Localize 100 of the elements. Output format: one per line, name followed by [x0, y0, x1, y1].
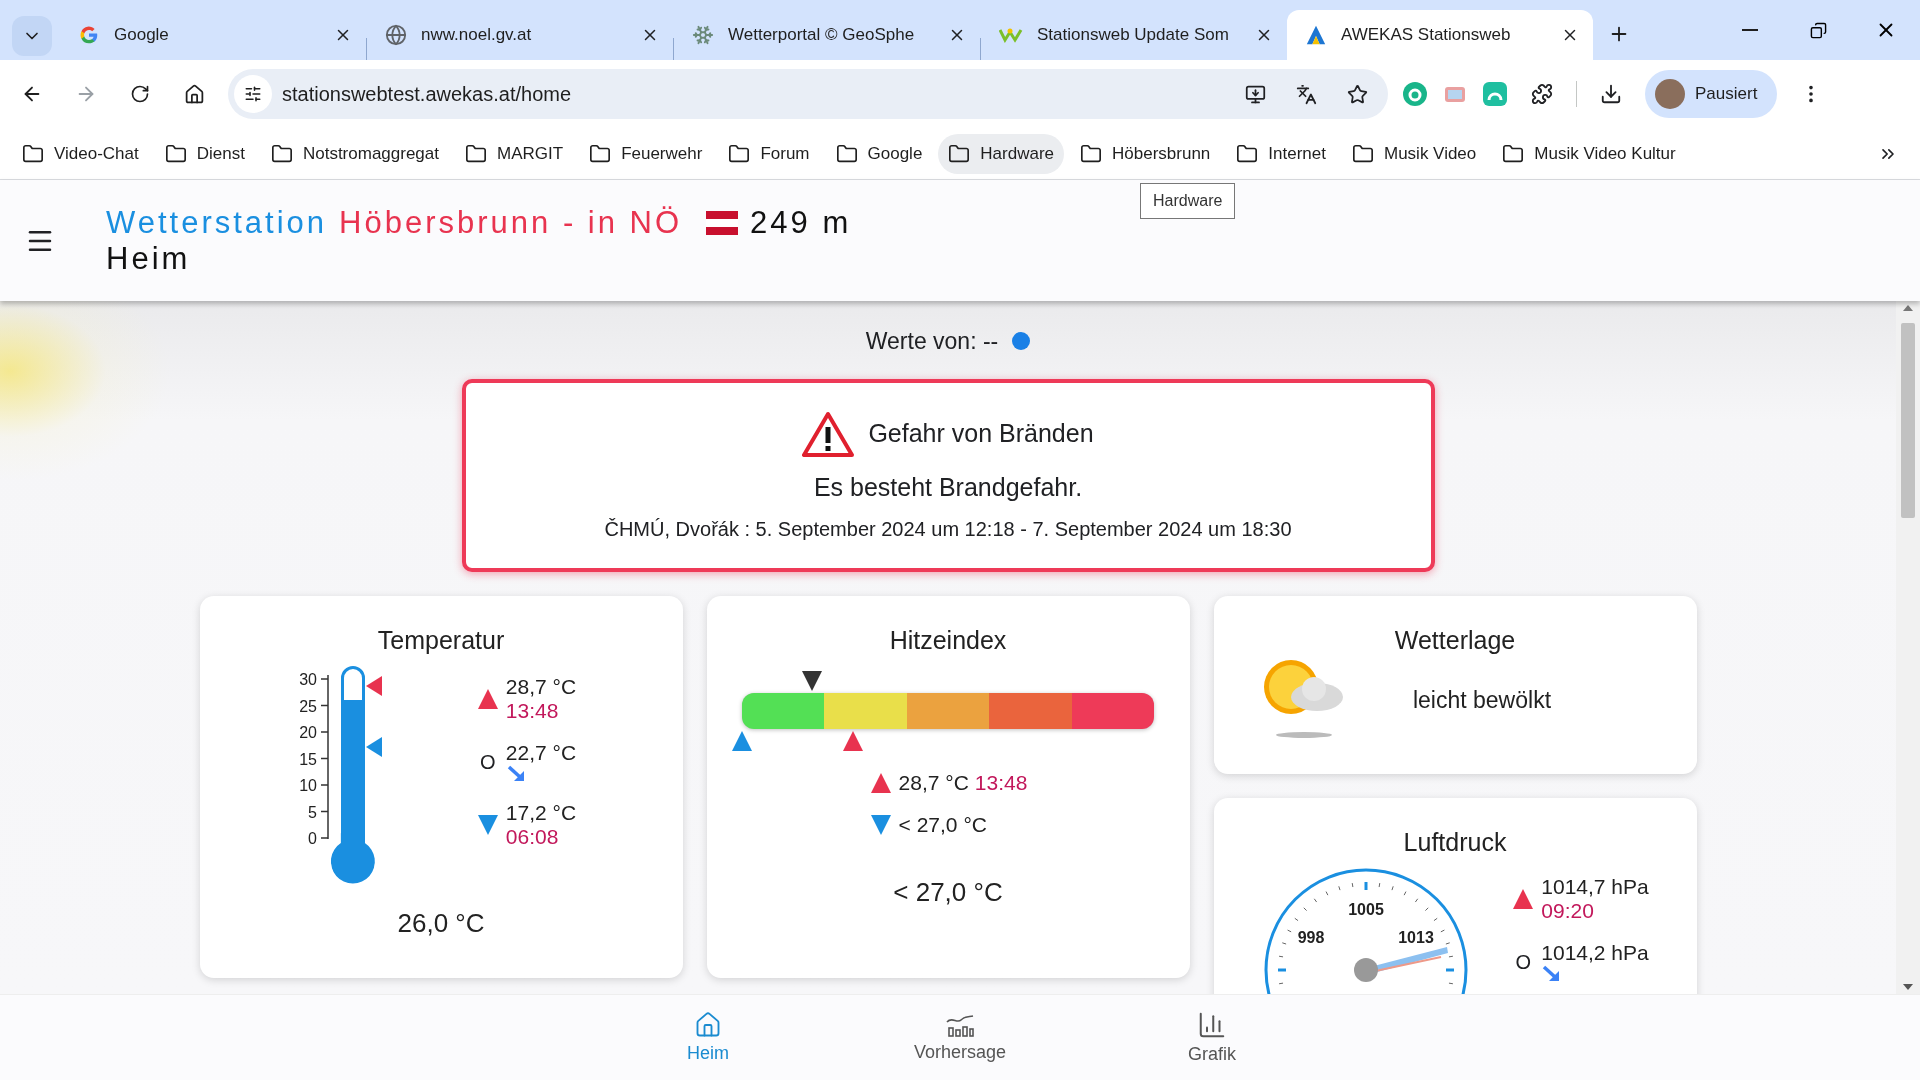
values-source: Werte von: -- [865, 327, 999, 355]
stat-value: < 27,0 °C [898, 813, 987, 837]
home-icon [694, 1011, 722, 1039]
bookmark-folder[interactable]: Musik Video Kultur [1492, 133, 1686, 174]
extensions-icon[interactable] [1531, 83, 1553, 105]
site-info-button[interactable] [234, 75, 272, 113]
stat-value: 1014,7 hPa [1541, 875, 1649, 899]
current-temperature: 26,0 °C [397, 908, 485, 939]
folder-icon [948, 142, 971, 165]
bookmark-folder[interactable]: Internet [1226, 133, 1336, 174]
station-location: Höbersbrunn - in NÖ [339, 204, 683, 241]
scale-label: 10 [299, 777, 317, 794]
stat-value: 17,2 °C [505, 801, 577, 825]
browser-tab[interactable]: Stationsweb Update Som [981, 10, 1287, 60]
stat-time: 06:08 [505, 825, 559, 849]
bookmark-folder[interactable]: Höbersbrunn [1070, 133, 1221, 174]
minimize-icon [1742, 29, 1758, 31]
nav-tab[interactable]: Grafik [1146, 995, 1278, 1080]
scale-label: 0 [307, 830, 317, 847]
install-icon[interactable] [1245, 83, 1266, 105]
folder-icon [1352, 142, 1374, 165]
globe-icon [385, 24, 407, 46]
folder-icon [270, 142, 293, 165]
trend-symbol: O [480, 750, 496, 774]
bookmark-folder[interactable]: Hardware [938, 133, 1065, 174]
address-bar[interactable]: stationswebtest.awekas.at/home [228, 69, 1388, 119]
page-subtitle: Heim [106, 240, 192, 277]
card-title: Luftdruck [1403, 828, 1507, 857]
folder-icon [1080, 142, 1103, 165]
folder-icon [164, 142, 187, 165]
reload-icon [130, 84, 150, 104]
bookmark-folder[interactable]: Feuerwehr [579, 133, 713, 174]
up-triangle-icon [477, 689, 498, 709]
folder-icon [1236, 142, 1259, 165]
nav-tab[interactable]: Heim [642, 995, 774, 1080]
nav-tab[interactable]: Vorhersage [894, 995, 1026, 1080]
bookmark-folder[interactable]: Google [825, 133, 933, 174]
bookmark-folder[interactable]: Musik Video [1342, 133, 1487, 174]
scale-label: 15 [299, 750, 317, 768]
bookmark-folder[interactable]: Notstromaggregat [260, 133, 449, 174]
scroll-up-icon[interactable] [1903, 305, 1913, 311]
up-triangle-icon [870, 773, 891, 793]
stat-value: 1014,2 hPa [1541, 941, 1649, 965]
extension-icon[interactable] [1402, 81, 1428, 107]
stat-time: 13:48 [974, 771, 1028, 795]
w-logo-icon [999, 27, 1023, 43]
folder-icon [835, 142, 858, 165]
bookmark-folder[interactable]: Dienst [154, 133, 255, 174]
station-title: Wetterstation [106, 204, 328, 241]
scrollbar-thumb[interactable] [1901, 323, 1915, 518]
folder-icon [1502, 142, 1525, 165]
bookmark-star-icon[interactable] [1347, 83, 1368, 105]
bookmark-folder[interactable]: MARGIT [455, 133, 574, 174]
scroll-down-icon[interactable] [1903, 984, 1913, 990]
browser-tab[interactable]: Wetterportal © GeoSphe [674, 10, 980, 60]
bar-chart-icon [1197, 1010, 1227, 1040]
bookmark-folder[interactable]: Video-Chat [12, 133, 149, 174]
alert-message: Es besteht Brandgefahr. [813, 472, 1083, 502]
gauge-label: 1013 [1398, 929, 1435, 946]
stat-value: 28,7 °C [898, 771, 969, 795]
scale-label: 25 [299, 697, 317, 715]
card-title: Wetterlage [1394, 626, 1516, 655]
elevation: 249 m [750, 204, 852, 241]
stat-value: 28,7 °C [505, 675, 577, 699]
browser-tab[interactable]: Google [60, 10, 366, 60]
status-dot [1012, 332, 1031, 350]
triangle-logo-icon [1305, 24, 1327, 46]
stat-time: 09:20 [1541, 899, 1594, 923]
browser-tab[interactable]: AWEKAS Stationsweb [1287, 10, 1593, 60]
profile-button[interactable]: Pausiert [1645, 70, 1778, 118]
scale-label: 5 [307, 803, 317, 821]
browser-tab[interactable]: nww.noel.gv.at [367, 10, 673, 60]
download-icon[interactable] [1600, 83, 1622, 105]
home-icon [183, 83, 205, 105]
folder-icon [465, 142, 487, 165]
snowflake-icon [692, 24, 714, 46]
card-title: Temperatur [377, 626, 505, 655]
down-triangle-icon [870, 815, 891, 835]
scale-label: 20 [299, 724, 317, 741]
trend-symbol: O [1515, 950, 1532, 974]
up-triangle-icon [1513, 889, 1534, 909]
alert-source: ČHMÚ, Dvořák : 5. September 2024 um 12:18 - 7. September 2024 um 18:30 [604, 517, 1292, 541]
card-title: Hitzeindex [889, 626, 1007, 655]
restore-icon [1809, 21, 1827, 39]
bookmark-folder[interactable]: Forum [718, 133, 820, 174]
translate-icon[interactable] [1296, 83, 1317, 105]
scale-label: 30 [299, 671, 317, 688]
flag-icon [706, 210, 739, 235]
gauge-label: 1005 [1348, 901, 1385, 918]
stat-value: 22,7 °C [505, 741, 577, 765]
folder-icon [22, 142, 44, 165]
folder-icon [728, 142, 751, 165]
stat-time: 13:48 [505, 699, 559, 723]
forecast-chart-icon [945, 1012, 975, 1038]
tooltip: Hardware [1140, 183, 1236, 219]
folder-icon [589, 142, 612, 165]
weather-condition: leicht bewölkt [1412, 686, 1552, 714]
sliders-icon [244, 85, 262, 103]
avatar [1655, 79, 1685, 109]
current-heat-index: < 27,0 °C [893, 877, 1003, 908]
